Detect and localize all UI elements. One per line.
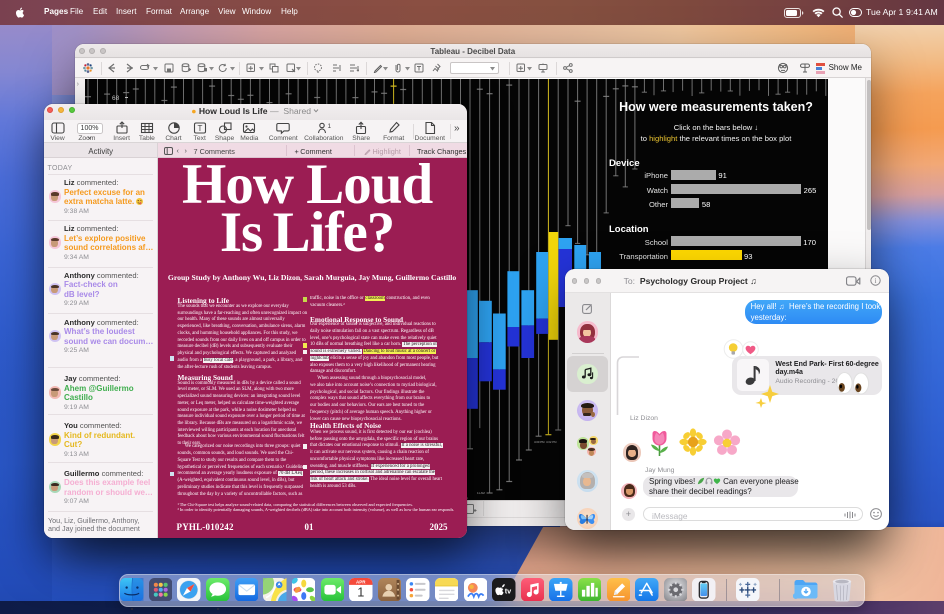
svg-text:i: i — [875, 276, 877, 285]
svg-text:1: 1 — [357, 584, 364, 599]
svg-text:1: 1 — [327, 123, 331, 130]
svg-text:APR: APR — [356, 579, 366, 584]
svg-text:T: T — [197, 124, 202, 133]
svg-text:tv: tv — [505, 586, 512, 595]
